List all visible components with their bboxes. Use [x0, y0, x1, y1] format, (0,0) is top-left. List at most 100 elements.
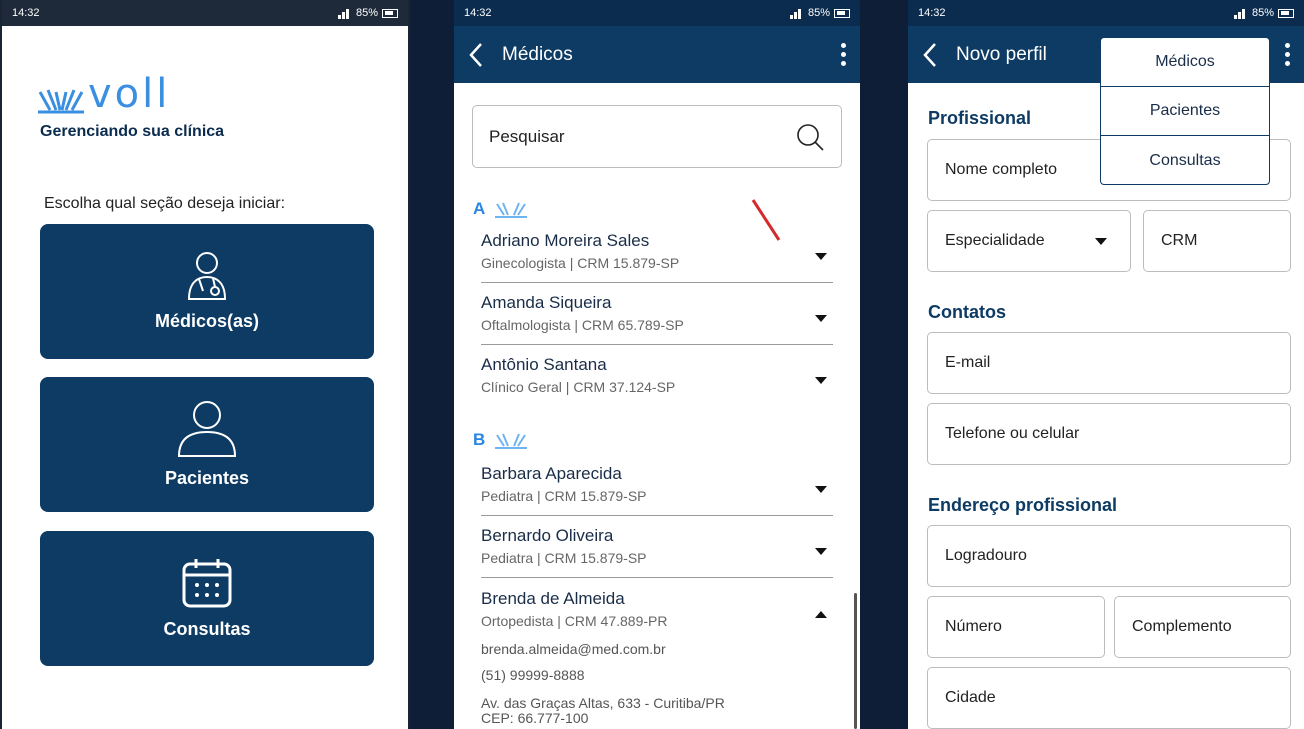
- status-time: 14:32: [12, 7, 40, 19]
- patients-section-button[interactable]: Pacientes: [40, 377, 374, 512]
- expand-caret-icon[interactable]: [815, 548, 827, 555]
- doctor-phone: (51) 99999-8888: [481, 667, 585, 683]
- doctors-section-button[interactable]: Médicos(as): [40, 224, 374, 359]
- group-header-b: B: [473, 430, 528, 450]
- back-arrow-icon[interactable]: [922, 42, 938, 68]
- patients-section-label: Pacientes: [164, 468, 250, 488]
- doctor-detail: Pediatra | CRM 15.879-SP: [481, 488, 647, 504]
- doctor-name: Bernardo Oliveira: [481, 526, 614, 545]
- street-field[interactable]: Logradouro: [927, 525, 1291, 587]
- doctor-detail: Ginecologista | CRM 15.879-SP: [481, 255, 680, 271]
- battery-icon: [1278, 8, 1294, 18]
- logo-rays-icon: [495, 433, 528, 449]
- street-placeholder: Logradouro: [945, 547, 1027, 564]
- status-bar: 14:32 85%: [454, 0, 860, 26]
- expand-caret-icon[interactable]: [815, 486, 827, 493]
- scrollbar[interactable]: [854, 593, 857, 729]
- tagline: Gerenciando sua clínica: [40, 123, 225, 140]
- doctor-cep: CEP: 66.777-100: [481, 710, 589, 726]
- doctor-detail: Oftalmologista | CRM 65.789-SP: [481, 317, 684, 333]
- doctor-row[interactable]: Antônio Santana Clínico Geral | CRM 37.1…: [481, 355, 833, 407]
- doctors-screen: 14:32 85% Médicos Pesquisar A Adriano Mo…: [454, 0, 860, 729]
- doctor-detail: Ortopedista | CRM 47.889-PR: [481, 613, 668, 629]
- logo-rays-icon: [495, 202, 528, 218]
- phone-placeholder: Telefone ou celular: [945, 425, 1080, 442]
- doctor-email: brenda.almeida@med.com.br: [481, 641, 666, 657]
- section-professional: Profissional: [928, 108, 1032, 128]
- chevron-down-icon: [1095, 237, 1107, 245]
- page-title: Novo perfil: [956, 43, 1047, 65]
- signal-icon: [1233, 7, 1248, 19]
- doctor-name: Brenda de Almeida: [481, 589, 625, 608]
- logo-text: voll: [88, 71, 171, 117]
- home-screen: 14:32 85% voll Gerenciando sua clínica E…: [0, 0, 410, 729]
- expand-caret-icon[interactable]: [815, 253, 827, 260]
- app-bar: Médicos: [454, 26, 860, 83]
- back-arrow-icon[interactable]: [468, 42, 484, 68]
- patient-icon: [177, 401, 237, 457]
- menu-item-patients[interactable]: Pacientes: [1101, 87, 1269, 136]
- annotation-mark: [751, 199, 781, 241]
- doctor-name: Barbara Aparecida: [481, 464, 622, 483]
- status-time: 14:32: [464, 7, 492, 19]
- appointments-section-button[interactable]: Consultas: [40, 531, 374, 666]
- status-bar: 14:32 85%: [2, 0, 408, 26]
- search-input[interactable]: Pesquisar: [472, 105, 842, 168]
- group-letter: A: [473, 199, 486, 218]
- doctor-row[interactable]: Amanda Siqueira Oftalmologista | CRM 65.…: [481, 293, 833, 345]
- doctor-name: Antônio Santana: [481, 355, 607, 374]
- complement-field[interactable]: Complemento: [1114, 596, 1291, 658]
- doctor-row-expanded[interactable]: Brenda de Almeida Ortopedista | CRM 47.8…: [481, 589, 833, 634]
- options-menu: Médicos Pacientes Consultas: [1100, 37, 1270, 185]
- new-profile-screen: 14:32 85% Novo perfil Profissional Nome …: [908, 0, 1304, 729]
- city-placeholder: Cidade: [945, 689, 996, 706]
- doctor-icon: [187, 252, 227, 300]
- city-field[interactable]: Cidade: [927, 667, 1291, 729]
- page-title: Médicos: [502, 43, 573, 65]
- status-time: 14:32: [918, 7, 946, 19]
- number-placeholder: Número: [945, 618, 1002, 635]
- battery-icon: [382, 8, 398, 18]
- phone-field[interactable]: Telefone ou celular: [927, 403, 1291, 465]
- menu-item-doctors[interactable]: Médicos: [1101, 38, 1269, 87]
- email-placeholder: E-mail: [945, 354, 991, 371]
- section-prompt: Escolha qual seção deseja iniciar:: [44, 195, 286, 212]
- number-field[interactable]: Número: [927, 596, 1105, 658]
- more-options-icon[interactable]: [1285, 43, 1290, 66]
- signal-icon: [337, 7, 352, 19]
- group-letter: B: [473, 430, 486, 449]
- section-contacts: Contatos: [928, 302, 1006, 322]
- doctors-section-label: Médicos(as): [154, 311, 260, 331]
- signal-icon: [789, 7, 804, 19]
- doctor-row[interactable]: Barbara Aparecida Pediatra | CRM 15.879-…: [481, 464, 833, 516]
- crm-field[interactable]: CRM: [1143, 210, 1291, 272]
- doctor-address-line: Av. das Graças Altas, 633 - Curitiba/PR: [481, 695, 725, 711]
- doctor-detail: Pediatra | CRM 15.879-SP: [481, 550, 647, 566]
- specialty-placeholder: Especialidade: [945, 232, 1045, 249]
- menu-item-appointments[interactable]: Consultas: [1101, 136, 1269, 185]
- full-name-placeholder: Nome completo: [945, 161, 1058, 178]
- battery-percent: 85%: [355, 7, 378, 19]
- logo-rays-icon: [38, 89, 84, 114]
- doctor-address: Av. das Graças Altas, 633 - Curitiba/PR …: [481, 696, 725, 726]
- battery-icon: [834, 8, 850, 18]
- expand-caret-icon[interactable]: [815, 315, 827, 322]
- calendar-icon: [182, 559, 232, 608]
- doctor-row[interactable]: Bernardo Oliveira Pediatra | CRM 15.879-…: [481, 526, 833, 578]
- app-logo: voll: [38, 74, 170, 114]
- doctor-name: Amanda Siqueira: [481, 293, 612, 312]
- specialty-select[interactable]: Especialidade: [927, 210, 1131, 272]
- battery-percent: 85%: [1251, 7, 1274, 19]
- appointments-section-label: Consultas: [163, 619, 251, 639]
- crm-placeholder: CRM: [1161, 232, 1198, 249]
- group-header-a: A: [473, 199, 528, 219]
- search-placeholder: Pesquisar: [489, 126, 565, 146]
- email-field[interactable]: E-mail: [927, 332, 1291, 394]
- collapse-caret-icon[interactable]: [815, 611, 827, 618]
- status-bar: 14:32 85%: [908, 0, 1304, 26]
- search-icon[interactable]: [795, 122, 825, 152]
- section-address: Endereço profissional: [928, 495, 1118, 515]
- expand-caret-icon[interactable]: [815, 377, 827, 384]
- battery-percent: 85%: [807, 7, 830, 19]
- more-options-icon[interactable]: [841, 43, 846, 66]
